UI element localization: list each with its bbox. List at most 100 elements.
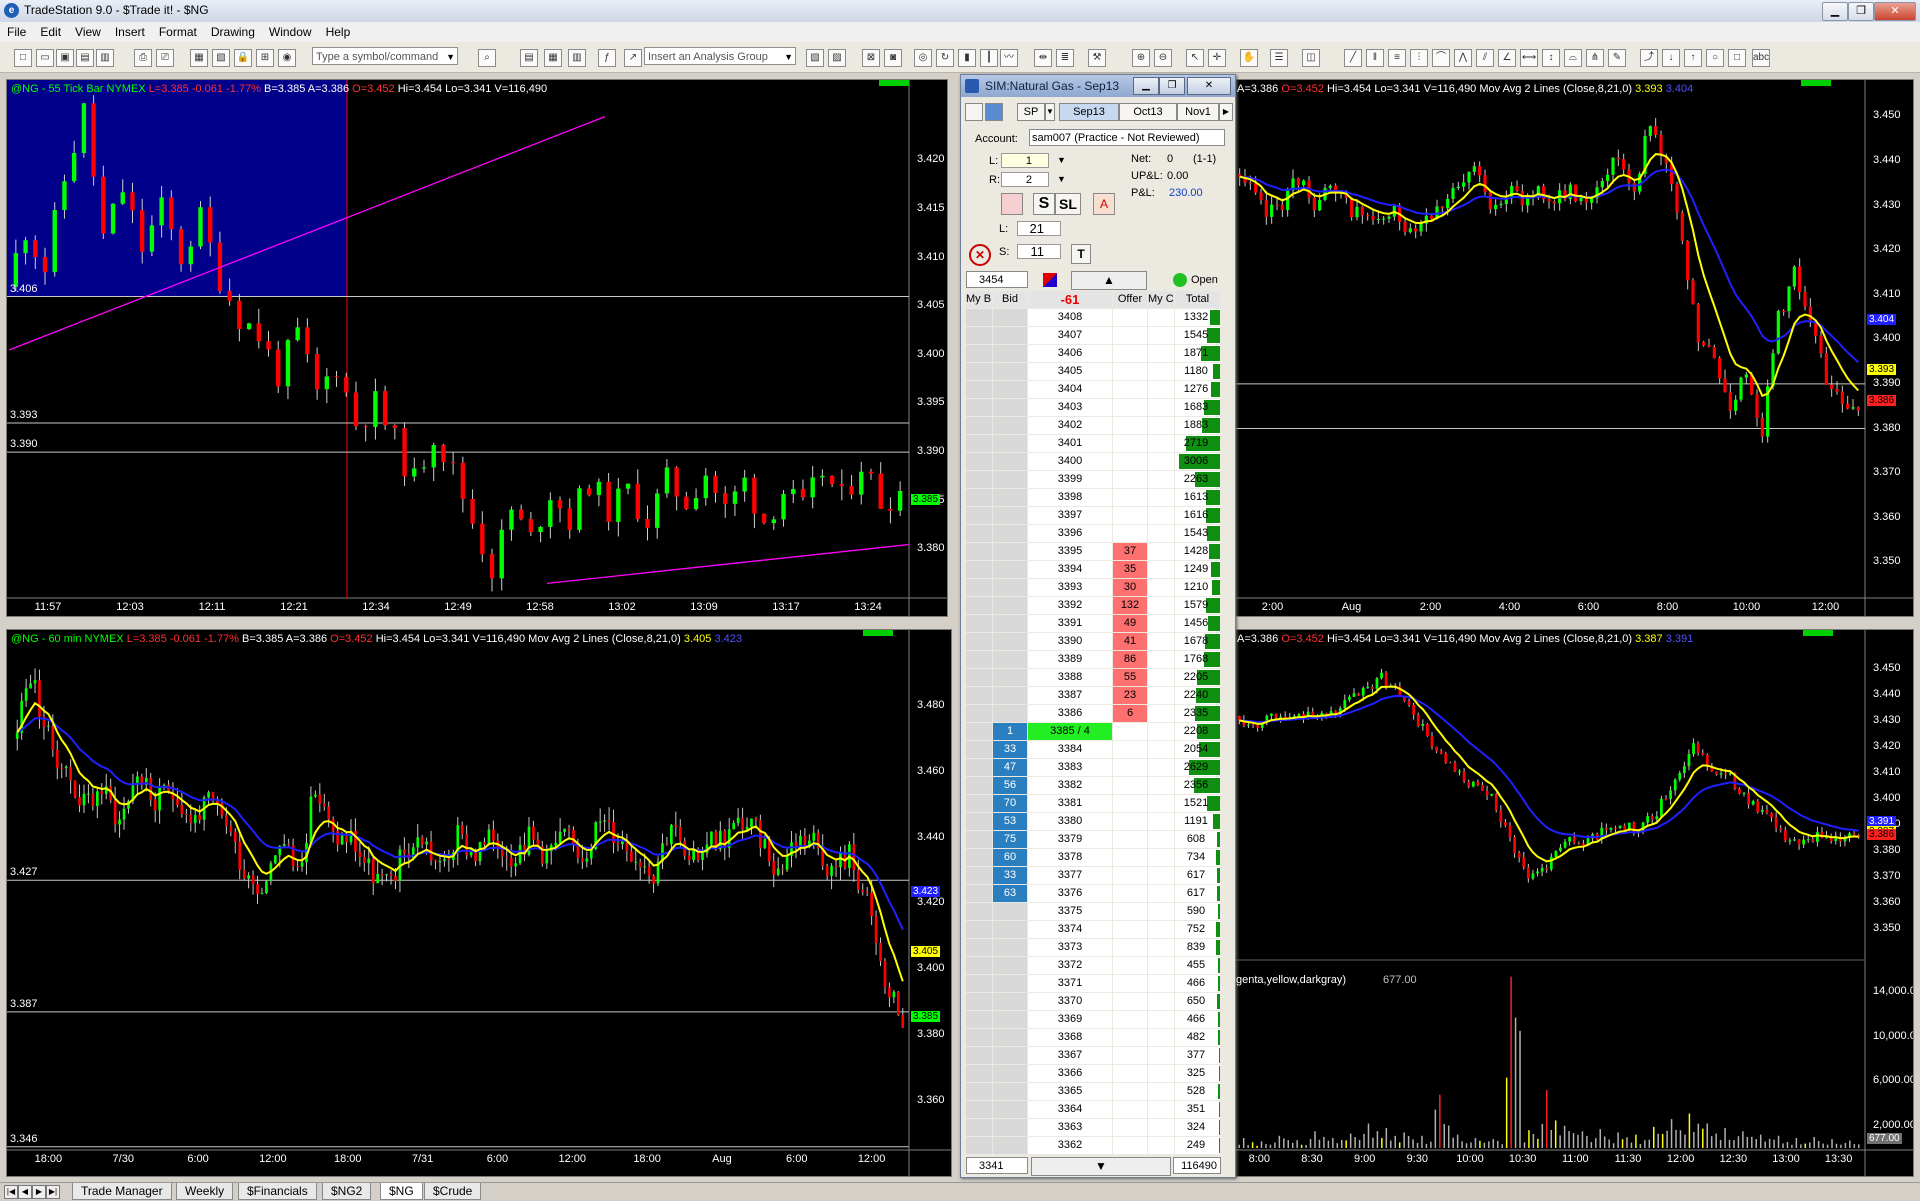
spread-icon[interactable]: ⇹ [1034, 49, 1052, 67]
price-cell[interactable]: 3377 [1028, 867, 1112, 884]
my-bid-cell[interactable] [966, 885, 992, 902]
line-chart-icon[interactable]: 〰 [1000, 49, 1018, 67]
offer-cell[interactable] [1113, 453, 1147, 470]
tab-first-icon[interactable]: |◀ [4, 1185, 18, 1199]
bid-cell[interactable] [993, 327, 1027, 344]
price-cell[interactable]: 3362 [1028, 1137, 1112, 1154]
activation-rule-icon[interactable]: A [1093, 193, 1115, 215]
bid-cell[interactable] [993, 399, 1027, 416]
my-bid-cell[interactable] [966, 1119, 992, 1136]
my-offer-cell[interactable] [1148, 453, 1174, 470]
contract-nov-button[interactable]: Nov1 [1177, 103, 1219, 121]
my-bid-cell[interactable] [966, 1011, 992, 1028]
fan-icon[interactable]: ⋀ [1454, 49, 1472, 67]
ladder-row[interactable]: 3369 466 [966, 1011, 1220, 1029]
trade-maximize-button[interactable]: ❐ [1159, 77, 1185, 95]
offer-cell[interactable] [1113, 1065, 1147, 1082]
windows-icon[interactable]: ▧ [212, 49, 230, 67]
my-bid-cell[interactable] [966, 489, 992, 506]
my-bid-cell[interactable] [966, 381, 992, 398]
my-offer-cell[interactable] [1148, 867, 1174, 884]
price-cell[interactable]: 3367 [1028, 1047, 1112, 1064]
my-offer-cell[interactable] [1148, 1119, 1174, 1136]
my-bid-cell[interactable] [966, 993, 992, 1010]
tools-icon[interactable]: ⚒ [1088, 49, 1106, 67]
contract-oct13-button[interactable]: Oct13 [1119, 103, 1177, 121]
andrews-icon[interactable]: ⋔ [1586, 49, 1604, 67]
l-qty-dropdown-icon[interactable]: ▼ [1057, 155, 1066, 165]
offer-cell[interactable] [1113, 885, 1147, 902]
my-bid-cell[interactable] [966, 345, 992, 362]
offer-cell[interactable] [1113, 993, 1147, 1010]
price-cell[interactable]: 3383 [1028, 759, 1112, 776]
my-bid-cell[interactable] [966, 759, 992, 776]
candle-chart-icon[interactable]: ┃ [980, 49, 998, 67]
bid-cell[interactable] [993, 525, 1027, 542]
offer-cell[interactable] [1113, 741, 1147, 758]
ladder-row[interactable]: 3387 23 2240 [966, 687, 1220, 705]
link-icon[interactable] [985, 103, 1003, 121]
my-bid-cell[interactable] [966, 579, 992, 596]
my-bid-cell[interactable] [966, 561, 992, 578]
bid-cell[interactable] [993, 1137, 1027, 1154]
price-cell[interactable]: 3398 [1028, 489, 1112, 506]
print-icon[interactable]: ⎙ [134, 49, 152, 67]
ladder-row[interactable]: 33 3384 2054 [966, 741, 1220, 759]
bid-cell[interactable] [993, 615, 1027, 632]
offer-cell[interactable]: 49 [1113, 615, 1147, 632]
price-cell[interactable]: 3400 [1028, 453, 1112, 470]
my-offer-cell[interactable] [1148, 633, 1174, 650]
price-cell[interactable]: 3376 [1028, 885, 1112, 902]
crosshair-icon[interactable]: ✛ [1208, 49, 1226, 67]
my-bid-cell[interactable] [966, 903, 992, 920]
bid-cell[interactable] [993, 1083, 1027, 1100]
price-cell[interactable]: 3395 [1028, 543, 1112, 560]
bid-cell[interactable] [993, 939, 1027, 956]
my-bid-cell[interactable] [966, 615, 992, 632]
price-cell[interactable]: 3370 [1028, 993, 1112, 1010]
scroll-up-button[interactable]: ▲ [1071, 271, 1147, 290]
trade-window-titlebar[interactable]: SIM:Natural Gas - Sep13 ▁ ❐ ✕ [961, 75, 1235, 97]
offer-cell[interactable] [1113, 417, 1147, 434]
bid-cell[interactable] [993, 633, 1027, 650]
bid-cell[interactable] [993, 597, 1027, 614]
bid-cell[interactable] [993, 453, 1027, 470]
chart-format-icon[interactable]: ▤ [520, 49, 538, 67]
trendline-tool-icon[interactable]: ╱ [1344, 49, 1362, 67]
price-cell[interactable]: 3406 [1028, 345, 1112, 362]
right-top-chart-pane[interactable]: A=3.386 O=3.452 Hi=3.454 Lo=3.341 V=116,… [1232, 79, 1914, 617]
my-bid-cell[interactable] [966, 309, 992, 326]
ladder-row[interactable]: 3391 49 1456 [966, 615, 1220, 633]
my-offer-cell[interactable] [1148, 381, 1174, 398]
tab-crude[interactable]: $Crude [424, 1183, 482, 1200]
col-offer[interactable]: Offer [1113, 291, 1147, 308]
right-bottom-chart-pane[interactable]: A=3.386 O=3.452 Hi=3.454 Lo=3.341 V=116,… [1232, 629, 1914, 1177]
price-cell[interactable]: 3402 [1028, 417, 1112, 434]
price-cell[interactable]: 3371 [1028, 975, 1112, 992]
my-offer-cell[interactable] [1148, 579, 1174, 596]
price-cell[interactable]: 3368 [1028, 1029, 1112, 1046]
my-bid-cell[interactable] [966, 1029, 992, 1046]
bid-cell[interactable] [993, 975, 1027, 992]
minimize-button[interactable]: ▁ [1822, 2, 1848, 21]
ladder-row[interactable]: 3386 6 2335 [966, 705, 1220, 723]
bid-cell[interactable] [993, 1119, 1027, 1136]
ladder-row[interactable]: 3363 324 [966, 1119, 1220, 1137]
bid-cell[interactable] [993, 345, 1027, 362]
open-icon[interactable]: ▭ [36, 49, 54, 67]
stop-limit-button[interactable]: SL [1055, 193, 1081, 215]
my-bid-cell[interactable] [966, 723, 992, 740]
offer-cell[interactable]: 37 [1113, 543, 1147, 560]
ladder-row[interactable]: 3392 132 1579 [966, 597, 1220, 615]
zoom-in-icon[interactable]: ⊕ [1132, 49, 1150, 67]
bid-cell[interactable] [993, 417, 1027, 434]
my-offer-cell[interactable] [1148, 525, 1174, 542]
my-offer-cell[interactable] [1148, 831, 1174, 848]
price-cell[interactable]: 3405 [1028, 363, 1112, 380]
my-offer-cell[interactable] [1148, 345, 1174, 362]
offer-cell[interactable] [1113, 921, 1147, 938]
bid-cell[interactable]: 47 [993, 759, 1027, 776]
scroll-right-icon[interactable]: ▶ [1219, 103, 1233, 121]
ladder-row[interactable]: 3375 590 [966, 903, 1220, 921]
my-bid-cell[interactable] [966, 867, 992, 884]
